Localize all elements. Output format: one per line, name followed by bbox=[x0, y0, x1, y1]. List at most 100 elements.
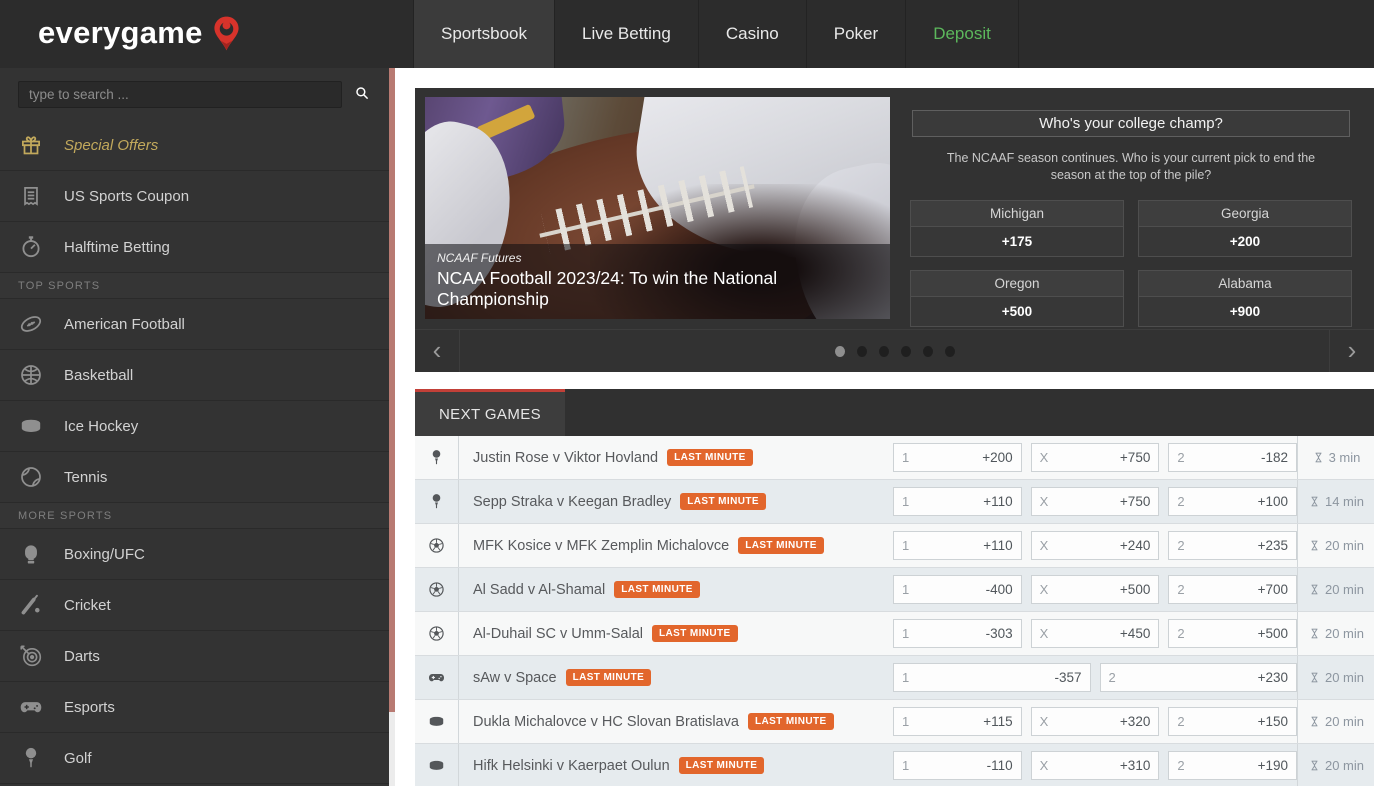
search-button[interactable] bbox=[346, 80, 378, 108]
sport-cell bbox=[415, 612, 459, 655]
sidebar-item-esports[interactable]: Esports bbox=[0, 682, 389, 733]
hourglass-icon bbox=[1308, 715, 1321, 728]
hero-banner[interactable]: NCAAF Futures NCAA Football 2023/24: To … bbox=[425, 97, 890, 319]
event-name[interactable]: Sepp Straka v Keegan Bradley bbox=[473, 494, 671, 510]
tab-next-games[interactable]: NEXT GAMES bbox=[415, 389, 565, 436]
market-odds: -182 bbox=[1261, 450, 1288, 465]
hourglass-icon bbox=[1312, 451, 1325, 464]
time-to-start: 14 min bbox=[1325, 494, 1364, 509]
nav-tab-poker[interactable]: Poker bbox=[807, 0, 906, 68]
odds-box-1[interactable]: 1+110 bbox=[893, 531, 1022, 560]
time-cell: 3 min bbox=[1297, 436, 1374, 479]
odds-box-x[interactable]: X+320 bbox=[1031, 707, 1160, 736]
odds-box-2[interactable]: 2+190 bbox=[1168, 751, 1297, 780]
sidebar-item-halftime-betting[interactable]: Halftime Betting bbox=[0, 222, 389, 273]
next-games-table: Justin Rose v Viktor Hovland LAST MINUTE 1… bbox=[415, 436, 1374, 786]
promo-bet-option-michigan[interactable]: Michigan+175 bbox=[910, 200, 1124, 257]
hourglass-icon bbox=[1308, 627, 1321, 640]
esports-icon bbox=[427, 668, 446, 687]
carousel-dot-4[interactable] bbox=[901, 346, 911, 357]
carousel-dot-2[interactable] bbox=[857, 346, 867, 357]
carousel-dot-5[interactable] bbox=[923, 346, 933, 357]
sidebar-section-header-more-sports: MORE SPORTS bbox=[0, 503, 389, 529]
event-cell: Al-Duhail SC v Umm-SalalLAST MINUTE bbox=[459, 625, 893, 642]
sidebar-item-ice-hockey[interactable]: Ice Hockey bbox=[0, 401, 389, 452]
event-name[interactable]: Hifk Helsinki v Kaerpaet Oulun bbox=[473, 758, 670, 774]
odds-box-1[interactable]: 1-357 bbox=[893, 663, 1091, 692]
carousel-dot-6[interactable] bbox=[945, 346, 955, 357]
event-name[interactable]: sAw v Space bbox=[473, 670, 557, 686]
last-minute-badge: LAST MINUTE bbox=[680, 493, 766, 510]
game-row: Dukla Michalovce v HC Slovan BratislavaL… bbox=[415, 700, 1374, 744]
promo-bet-option-georgia[interactable]: Georgia+200 bbox=[1138, 200, 1352, 257]
odds-box-2[interactable]: 2+700 bbox=[1168, 575, 1297, 604]
odds-box-x[interactable]: X+500 bbox=[1031, 575, 1160, 604]
next-games-section: NEXT GAMES Justin Rose v Viktor Hovland L… bbox=[415, 389, 1374, 786]
sidebar-item-darts[interactable]: Darts bbox=[0, 631, 389, 682]
promo-panel: Who's your college champ? The NCAAF seas… bbox=[910, 102, 1352, 327]
sidebar-item-basketball[interactable]: Basketball bbox=[0, 350, 389, 401]
market-odds: +115 bbox=[983, 714, 1012, 729]
event-name[interactable]: Al-Duhail SC v Umm-Salal bbox=[473, 626, 643, 642]
event-name[interactable]: Justin Rose v Viktor Hovland bbox=[473, 450, 658, 466]
sidebar-item-boxing-ufc[interactable]: Boxing/UFC bbox=[0, 529, 389, 580]
odds-box-x[interactable]: X+310 bbox=[1031, 751, 1160, 780]
odds-box-2[interactable]: 2-182 bbox=[1168, 443, 1297, 472]
sidebar-item-cricket[interactable]: Cricket bbox=[0, 580, 389, 631]
top-bar: everygame SportsbookLive BettingCasinoPo… bbox=[0, 0, 1374, 68]
odds-box-1[interactable]: 1+115 bbox=[893, 707, 1022, 736]
odds-box-2[interactable]: 2+150 bbox=[1168, 707, 1297, 736]
sidebar-item-us-sports-coupon[interactable]: US Sports Coupon bbox=[0, 171, 389, 222]
odds-box-x[interactable]: X+450 bbox=[1031, 619, 1160, 648]
odds-box-x[interactable]: X+750 bbox=[1031, 487, 1160, 516]
odds-box-1[interactable]: 1+200 bbox=[893, 443, 1022, 472]
carousel-dot-3[interactable] bbox=[879, 346, 889, 357]
odds-box-2[interactable]: 2+235 bbox=[1168, 531, 1297, 560]
nav-tab-casino[interactable]: Casino bbox=[699, 0, 807, 68]
odds-box-2[interactable]: 2+500 bbox=[1168, 619, 1297, 648]
american-football-icon bbox=[17, 310, 45, 338]
event-cell: sAw v SpaceLAST MINUTE bbox=[459, 669, 893, 686]
carousel-next-button[interactable]: › bbox=[1329, 330, 1374, 372]
time-cell: 20 min bbox=[1297, 612, 1374, 655]
last-minute-badge: LAST MINUTE bbox=[614, 581, 700, 598]
hourglass-icon bbox=[1308, 539, 1321, 552]
event-name[interactable]: MFK Kosice v MFK Zemplin Michalovce bbox=[473, 538, 729, 554]
odds-box-2[interactable]: 2+230 bbox=[1100, 663, 1298, 692]
sidebar-scrollbar-thumb[interactable] bbox=[389, 68, 395, 712]
sidebar-item-special-offers[interactable]: Special Offers bbox=[0, 120, 389, 171]
market-odds: +750 bbox=[1120, 450, 1150, 465]
event-name[interactable]: Al Sadd v Al-Shamal bbox=[473, 582, 605, 598]
odds-box-1[interactable]: 1-400 bbox=[893, 575, 1022, 604]
sidebar-item-golf[interactable]: Golf bbox=[0, 733, 389, 784]
soccer-icon bbox=[427, 624, 446, 643]
brand-logo[interactable]: everygame bbox=[38, 14, 241, 52]
odds-box-2[interactable]: 2+100 bbox=[1168, 487, 1297, 516]
event-name[interactable]: Dukla Michalovce v HC Slovan Bratislava bbox=[473, 714, 739, 730]
odds-box-1[interactable]: 1-303 bbox=[893, 619, 1022, 648]
darts-icon bbox=[17, 642, 45, 670]
sidebar-menu: Special OffersUS Sports CouponHalftime B… bbox=[0, 120, 389, 784]
odds-box-x[interactable]: X+240 bbox=[1031, 531, 1160, 560]
carousel-prev-button[interactable]: ‹ bbox=[415, 330, 460, 372]
coupon-icon bbox=[17, 182, 45, 210]
search-input[interactable] bbox=[18, 81, 342, 108]
market-label: 1 bbox=[902, 450, 909, 465]
hourglass-icon bbox=[1308, 583, 1321, 596]
carousel-dot-1[interactable] bbox=[835, 346, 845, 357]
sidebar-item-tennis[interactable]: Tennis bbox=[0, 452, 389, 503]
promo-bet-option-alabama[interactable]: Alabama+900 bbox=[1138, 270, 1352, 327]
nav-tab-deposit[interactable]: Deposit bbox=[906, 0, 1019, 68]
brand-name: everygame bbox=[38, 14, 203, 52]
sidebar-item-american-football[interactable]: American Football bbox=[0, 299, 389, 350]
market-odds: +500 bbox=[1120, 582, 1150, 597]
odds-box-1[interactable]: 1+110 bbox=[893, 487, 1022, 516]
ice-hockey-icon bbox=[427, 756, 446, 775]
odds-box-1[interactable]: 1-110 bbox=[893, 751, 1022, 780]
promo-bet-option-oregon[interactable]: Oregon+500 bbox=[910, 270, 1124, 327]
nav-tab-live-betting[interactable]: Live Betting bbox=[555, 0, 699, 68]
odds-box-x[interactable]: X+750 bbox=[1031, 443, 1160, 472]
carousel-controls: ‹ › bbox=[415, 329, 1374, 372]
sidebar-item-label: Boxing/UFC bbox=[64, 546, 145, 563]
nav-tab-sportsbook[interactable]: Sportsbook bbox=[413, 0, 555, 68]
